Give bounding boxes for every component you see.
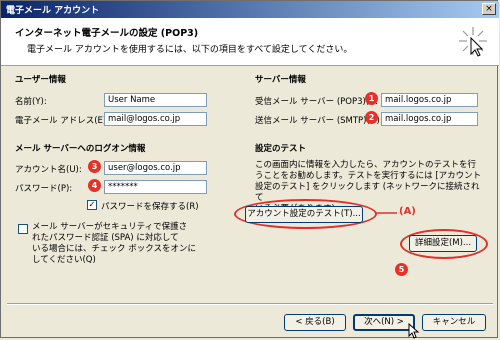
page-subtitle: 電子メール アカウントを使用するには、以下の項目をすべて設定してください。 — [27, 45, 353, 55]
wizard-header: インターネット電子メールの設定 (POP3) 電子メール アカウントを使用するに… — [1, 18, 499, 66]
outgoing-server-field[interactable]: mail.logos.co.jp — [381, 112, 478, 126]
outgoing-server-label: 送信メール サーバー (SMTP)(O): — [255, 116, 383, 126]
test-settings-heading: 設定のテスト — [255, 144, 307, 154]
close-button[interactable]: × — [482, 3, 496, 15]
marker-1: 1 — [365, 92, 378, 105]
marker-4: 4 — [88, 179, 101, 192]
password-field[interactable]: ******* — [104, 180, 207, 194]
footer-divider — [7, 303, 493, 305]
back-button[interactable]: < 戻る(B) — [284, 314, 346, 331]
marker-3: 3 — [88, 160, 101, 173]
remember-password-label: パスワードを保存する(R) — [101, 202, 199, 212]
title-bar: 電子メール アカウント × — [1, 1, 499, 18]
name-label: 名前(Y): — [15, 97, 47, 107]
logon-info-heading: メール サーバーへのログオン情報 — [15, 144, 146, 154]
account-name-field[interactable]: user@logos.co.jp — [104, 161, 207, 175]
server-info-heading: サーバー情報 — [255, 75, 306, 85]
email-label: 電子メール アドレス(E): — [15, 116, 110, 126]
account-name-label: アカウント名(U): — [15, 165, 82, 175]
marker-2: 2 — [365, 111, 378, 124]
annotation-label-a: (A) — [399, 206, 416, 217]
cancel-button[interactable]: キャンセル — [422, 314, 486, 331]
more-settings-button[interactable]: 詳細設定(M)... — [409, 235, 477, 252]
incoming-server-label: 受信メール サーバー (POP3)(I): — [255, 97, 378, 107]
user-info-heading: ユーザー情報 — [15, 75, 66, 85]
window-title: 電子メール アカウント — [6, 6, 100, 16]
annotation-arrow-a — [375, 212, 397, 214]
spa-label: メール サーバーがセキュリティで保護さ れたパスワード認証 (SPA) に対応し… — [32, 222, 196, 265]
test-account-settings-button[interactable]: アカウント設定のテスト(T)... — [245, 206, 363, 223]
email-account-dialog: 電子メール アカウント × インターネット電子メールの設定 (POP3) 電子メ… — [0, 0, 499, 339]
wizard-sparkle-icon — [459, 27, 487, 57]
email-field[interactable]: mail@logos.co.jp — [104, 112, 207, 126]
spa-checkbox[interactable] — [18, 224, 28, 234]
remember-password-checkbox[interactable]: ✓ — [87, 200, 97, 210]
password-label: パスワード(P): — [15, 184, 73, 194]
marker-5: 5 — [395, 263, 408, 276]
name-field[interactable]: User Name — [104, 93, 207, 107]
page-title: インターネット電子メールの設定 (POP3) — [15, 28, 199, 39]
incoming-server-field[interactable]: mail.logos.co.jp — [381, 93, 478, 107]
mouse-cursor-icon — [408, 323, 420, 339]
next-button[interactable]: 次へ(N) > — [353, 314, 415, 331]
